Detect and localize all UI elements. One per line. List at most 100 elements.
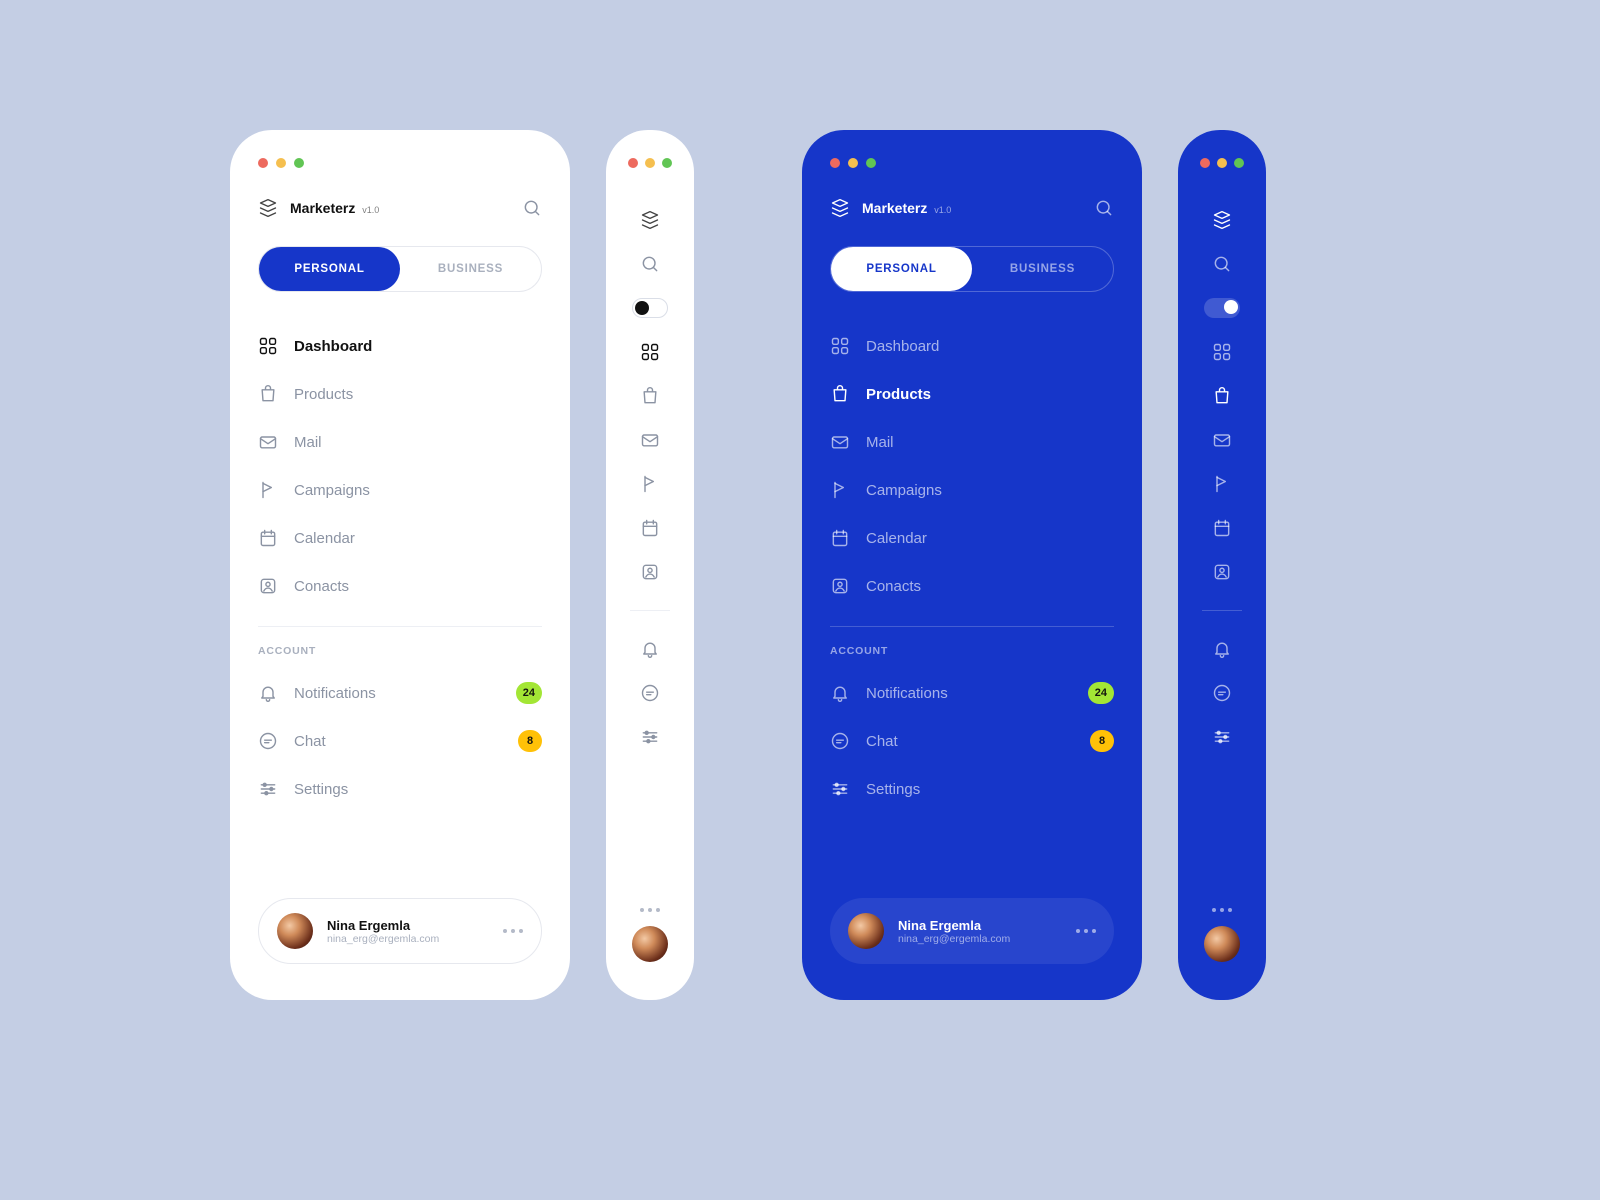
nav-products[interactable]: [606, 374, 694, 418]
tab-business[interactable]: BUSINESS: [972, 247, 1113, 291]
nav-settings[interactable]: [1178, 715, 1266, 759]
nav-chat[interactable]: [606, 671, 694, 715]
brand-version: v1.0: [934, 205, 951, 215]
sidebar-dark-expanded: Marketerz v1.0 PERSONAL BUSINESS Dashboa…: [802, 130, 1142, 1000]
nav-dashboard[interactable]: Dashboard: [830, 322, 1114, 370]
nav-campaigns[interactable]: Campaigns: [258, 466, 542, 514]
nav-notifications[interactable]: [1178, 627, 1266, 671]
minimize-dot[interactable]: [848, 158, 858, 168]
tab-personal[interactable]: PERSONAL: [259, 247, 400, 291]
sliders-icon: [258, 779, 278, 799]
nav-mail[interactable]: [606, 418, 694, 462]
nav-dashboard[interactable]: [1178, 330, 1266, 374]
nav-settings[interactable]: Settings: [258, 765, 542, 813]
nav-label: Notifications: [294, 685, 376, 702]
search-button[interactable]: [1178, 242, 1266, 286]
minimize-dot[interactable]: [1217, 158, 1227, 168]
maximize-dot[interactable]: [1234, 158, 1244, 168]
nav-contacts[interactable]: [1178, 550, 1266, 594]
more-icon[interactable]: [1076, 929, 1096, 933]
nav-mail[interactable]: Mail: [258, 418, 542, 466]
nav-calendar[interactable]: [606, 506, 694, 550]
minimize-dot[interactable]: [645, 158, 655, 168]
chat-badge: 8: [518, 730, 542, 752]
nav-products[interactable]: Products: [830, 370, 1114, 418]
tab-personal[interactable]: PERSONAL: [831, 247, 972, 291]
mail-icon: [258, 432, 278, 452]
search-icon: [1212, 254, 1232, 274]
search-icon[interactable]: [1094, 198, 1114, 218]
mail-icon: [1212, 430, 1232, 450]
nav-dashboard[interactable]: [606, 330, 694, 374]
theme-toggle[interactable]: [1178, 286, 1266, 330]
nav-calendar[interactable]: Calendar: [258, 514, 542, 562]
nav-notifications[interactable]: Notifications: [258, 683, 376, 703]
bell-icon: [1212, 639, 1232, 659]
search-icon[interactable]: [522, 198, 542, 218]
nav-settings[interactable]: [606, 715, 694, 759]
nav-calendar[interactable]: Calendar: [830, 514, 1114, 562]
mail-icon: [830, 432, 850, 452]
avatar-button[interactable]: [632, 926, 668, 962]
nav-chat[interactable]: [1178, 671, 1266, 715]
more-icon[interactable]: [503, 929, 523, 933]
brand: Marketerz v1.0: [830, 198, 951, 218]
nav-notifications[interactable]: Notifications: [830, 683, 948, 703]
brand-name: Marketerz: [290, 200, 355, 216]
close-dot[interactable]: [258, 158, 268, 168]
nav-label: Chat: [294, 733, 326, 750]
divider: [830, 626, 1114, 627]
more-icon[interactable]: [640, 908, 660, 912]
nav-dashboard[interactable]: Dashboard: [258, 322, 542, 370]
calendar-icon: [640, 518, 660, 538]
scope-tabs: PERSONAL BUSINESS: [830, 246, 1114, 292]
maximize-dot[interactable]: [866, 158, 876, 168]
layers-icon: [1212, 210, 1232, 230]
layers-icon: [640, 210, 660, 230]
close-dot[interactable]: [628, 158, 638, 168]
avatar-button[interactable]: [1204, 926, 1240, 962]
nav-mail[interactable]: [1178, 418, 1266, 462]
nav-campaigns[interactable]: [606, 462, 694, 506]
user-card[interactable]: Nina Ergemla nina_erg@ergemla.com: [830, 898, 1114, 964]
nav-mail[interactable]: Mail: [830, 418, 1114, 466]
brand-button[interactable]: [1178, 198, 1266, 242]
nav-notifications[interactable]: [606, 627, 694, 671]
primary-nav: Dashboard Products Mail Campaigns Calend…: [830, 322, 1114, 610]
nav-products[interactable]: [1178, 374, 1266, 418]
nav-contacts[interactable]: Conacts: [830, 562, 1114, 610]
calendar-icon: [830, 528, 850, 548]
traffic-lights: [606, 158, 694, 168]
nav-contacts[interactable]: Conacts: [258, 562, 542, 610]
nav-chat[interactable]: Chat: [258, 731, 326, 751]
nav-contacts[interactable]: [606, 550, 694, 594]
user-name: Nina Ergemla: [327, 918, 489, 933]
layers-icon: [830, 198, 850, 218]
maximize-dot[interactable]: [294, 158, 304, 168]
search-button[interactable]: [606, 242, 694, 286]
nav-campaigns[interactable]: Campaigns: [830, 466, 1114, 514]
sliders-icon: [1212, 727, 1232, 747]
nav-chat[interactable]: Chat: [830, 731, 898, 751]
bag-icon: [258, 384, 278, 404]
nav-campaigns[interactable]: [1178, 462, 1266, 506]
theme-toggle[interactable]: [606, 286, 694, 330]
bell-icon: [640, 639, 660, 659]
more-icon[interactable]: [1212, 908, 1232, 912]
brand-button[interactable]: [606, 198, 694, 242]
nav-calendar[interactable]: [1178, 506, 1266, 550]
flag-icon: [258, 480, 278, 500]
minimize-dot[interactable]: [276, 158, 286, 168]
close-dot[interactable]: [830, 158, 840, 168]
user-card[interactable]: Nina Ergemla nina_erg@ergemla.com: [258, 898, 542, 964]
nav-label: Settings: [866, 781, 920, 798]
bell-icon: [258, 683, 278, 703]
nav-products[interactable]: Products: [258, 370, 542, 418]
search-icon: [640, 254, 660, 274]
chat-icon: [640, 683, 660, 703]
nav-label: Settings: [294, 781, 348, 798]
tab-business[interactable]: BUSINESS: [400, 247, 541, 291]
nav-settings[interactable]: Settings: [830, 765, 1114, 813]
close-dot[interactable]: [1200, 158, 1210, 168]
maximize-dot[interactable]: [662, 158, 672, 168]
